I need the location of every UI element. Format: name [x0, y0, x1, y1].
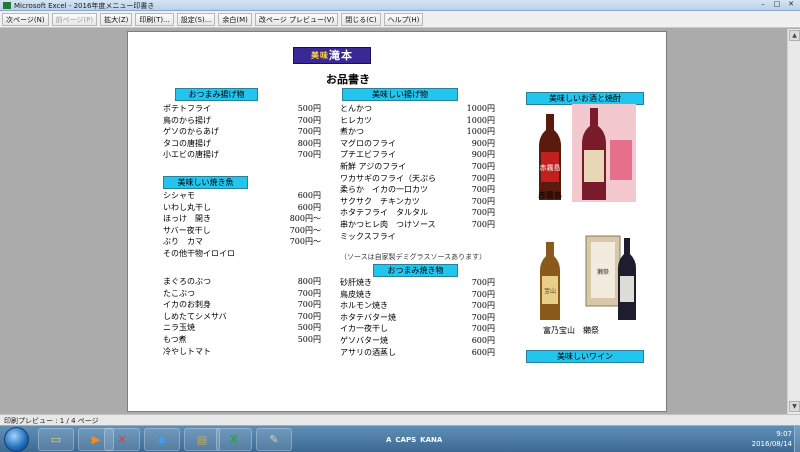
- start-button[interactable]: [4, 427, 29, 452]
- section-header-fried-dishes: 美味しい揚げ物: [342, 88, 458, 101]
- menu-item: イカのお刺身 700円: [163, 300, 321, 310]
- menu-item: シシャモ 600円: [163, 191, 321, 200]
- status-bar: 印刷プレビュー : 1 / 4 ページ: [0, 414, 800, 425]
- menu-item: プチエビフライ 900円: [340, 150, 495, 160]
- zoom-button[interactable]: 拡大(Z): [100, 12, 133, 26]
- clock-date: 2016/08/14: [751, 440, 792, 448]
- menu-item: マグロのフライ 900円: [340, 138, 495, 148]
- windows-taskbar: ▭ ▶ ✕ e ▤ X ✎ A CAPS KANA 9:07 2016/08/1…: [0, 425, 800, 452]
- section-header-grilled-snacks: おつまみ焼き物: [373, 264, 458, 277]
- fried-snacks-list: ポテトフライ 500円 鳥のから揚げ 700円 ゲソのからあげ 700円 タコの唐揚げ…: [163, 103, 321, 161]
- menu-item: ニラ玉焼 500円: [163, 323, 321, 333]
- folder-icon[interactable]: ▭: [38, 428, 74, 451]
- print-preview-toolbar: 次ページ(N) 前ページ(P) 拡大(Z) 印刷(T)... 設定(S)... …: [0, 11, 800, 28]
- menu-item: ワカサギのフライ（天ぷら 700円: [340, 173, 495, 183]
- vertical-scrollbar[interactable]: ▲ ▼: [787, 29, 800, 414]
- menu-item: 柔らか イカの一口カツ 700円: [340, 185, 495, 195]
- menu-item: ゲソバター焼 600円: [340, 335, 495, 345]
- paint-icon[interactable]: ✎: [256, 428, 292, 451]
- file-explorer-icon[interactable]: ▤: [184, 428, 220, 451]
- menu-item: ホルモン焼き 700円: [340, 301, 495, 311]
- previous-page-button[interactable]: 前ページ(P): [51, 12, 98, 26]
- show-desktop-button[interactable]: [794, 426, 800, 452]
- menu-item: まぐろのぶつ 800円: [163, 277, 321, 286]
- menu-item: たこぶつ 700円: [163, 288, 321, 298]
- menu-item: 新鮮 アジのフライ 700円: [340, 161, 495, 171]
- hozan-label-text: 宝山: [544, 287, 556, 295]
- menu-item: 小エビの唐揚げ 700円: [163, 150, 321, 160]
- logo-subtext: 美味: [311, 50, 329, 60]
- browser-icon[interactable]: e: [144, 428, 180, 451]
- clock-time: 9:07: [776, 430, 792, 438]
- menu-item: ぶり カマ 700円～: [163, 237, 321, 247]
- shochu-bottle-label: [584, 150, 604, 182]
- menu-item: イカ一夜干し 700円: [340, 324, 495, 334]
- restaurant-logo: 美味滝本: [293, 47, 371, 64]
- menu-item: ミックスフライ: [340, 231, 396, 241]
- scroll-down-arrow-icon[interactable]: ▼: [789, 401, 800, 412]
- close-window-button[interactable]: ✕: [784, 0, 798, 10]
- gift-box: [610, 140, 632, 180]
- window-title: Microsoft Excel - 2016年度メニュー印書き: [14, 2, 155, 10]
- sake-bottle-photo: 赤霧島: [539, 104, 636, 202]
- menu-item: ホタテバター焼 700円: [340, 312, 495, 322]
- menu-item: いわし丸干し 600円: [163, 202, 321, 212]
- help-button[interactable]: ヘルプ(H): [383, 12, 424, 26]
- sashimi-list: まぐろのぶつ 800円 たこぶつ 700円 イカのお刺身 700円 しめたてシメサバ 7…: [163, 276, 321, 357]
- scroll-up-arrow-icon[interactable]: ▲: [789, 30, 800, 41]
- logo-name: 滝本: [329, 49, 353, 62]
- menu-item: 冷やしトマト: [163, 346, 211, 356]
- menu-item: サバー夜干し 700円～: [163, 225, 321, 235]
- section-header-wine: 美味しいワイン: [526, 350, 644, 363]
- menu-title: お品書き: [326, 73, 370, 86]
- setup-button[interactable]: 設定(S)...: [176, 12, 216, 26]
- section-header-grilled-fish: 美味しい焼き魚: [163, 176, 248, 189]
- menu-item: その他干物イロイロ: [163, 248, 235, 258]
- dassai-bottle-label: [620, 276, 634, 302]
- menu-item: ヒレカツ 1000円: [340, 115, 495, 125]
- window-title-bar: Microsoft Excel - 2016年度メニュー印書き – □ ✕: [0, 0, 800, 11]
- close-preview-button[interactable]: 閉じる(C): [341, 12, 381, 26]
- menu-item: ホタテフライ タルタル 700円: [340, 208, 495, 218]
- menu-item: 砂肝焼き 700円: [340, 278, 495, 287]
- print-button[interactable]: 印刷(T)...: [135, 12, 174, 26]
- sauce-note: （ソースは自家製デミグラスソースあります）: [340, 253, 487, 261]
- menu-item: 鳥皮焼き 700円: [340, 289, 495, 299]
- caps-indicator: CAPS: [395, 436, 417, 444]
- app-icon[interactable]: ✕: [104, 428, 140, 451]
- bottle-group1-caption: 赤霧島: [538, 191, 562, 200]
- excel-app-icon: [3, 2, 11, 9]
- menu-item: ゲソのからあげ 700円: [163, 127, 321, 137]
- section-header-fried-snacks: おつまみ揚げ物: [175, 88, 258, 101]
- ime-indicator[interactable]: A: [386, 436, 391, 444]
- kana-indicator: KANA: [420, 436, 443, 444]
- system-tray: A CAPS KANA: [386, 430, 446, 450]
- excel-taskbar-icon[interactable]: X: [216, 428, 252, 451]
- sake-bottles-photo-2: 宝山 獺祭: [540, 235, 636, 320]
- menu-item: 鳥のから揚げ 700円: [163, 115, 321, 125]
- menu-item: サクサク チキンカツ 700円: [340, 196, 495, 206]
- maximize-button[interactable]: □: [770, 0, 784, 10]
- grilled-snacks-list: 砂肝焼き 700円 鳥皮焼き 700円 ホルモン焼き 700円 ホタテバター焼 700円…: [340, 277, 495, 358]
- fried-dishes-list: とんかつ 1000円 ヒレカツ 1000円 煮かつ 1000円 マグロのフライ 900円…: [340, 103, 495, 242]
- menu-item: もつ煮 500円: [163, 334, 321, 344]
- dassai-box-label-text: 獺祭: [597, 268, 609, 276]
- page-break-preview-button[interactable]: 改ページ プレビュー(V): [254, 12, 339, 26]
- menu-item: タコの唐揚げ 800円: [163, 138, 321, 148]
- menu-item: アサリの酒蒸し 600円: [340, 347, 495, 357]
- bottle-group2-caption: 富乃宝山 獺祭: [543, 326, 599, 335]
- menu-item: ほっけ 開き 800円～: [163, 214, 321, 224]
- taskbar-clock[interactable]: 9:07 2016/08/14: [732, 429, 792, 449]
- menu-item: 串かつヒレ肉 つけソース 700円: [340, 219, 495, 229]
- menu-item: ポテトフライ 500円: [163, 104, 321, 113]
- menu-item: 煮かつ 1000円: [340, 127, 495, 137]
- menu-item: とんかつ 1000円: [340, 104, 495, 113]
- print-preview-page: 美味滝本 お品書き おつまみ揚げ物 ポテトフライ 500円 鳥のから揚げ 700円 …: [127, 31, 667, 412]
- next-page-button[interactable]: 次ページ(N): [2, 12, 49, 26]
- akakirishima-label-text: 赤霧島: [540, 163, 561, 172]
- grilled-fish-list: シシャモ 600円 いわし丸干し 600円 ほっけ 開き 800円～ サバー夜干し 70…: [163, 190, 321, 260]
- menu-item: しめたてシメサバ 700円: [163, 311, 321, 321]
- minimize-button[interactable]: –: [756, 0, 770, 10]
- margins-button[interactable]: 余白(M): [218, 12, 252, 26]
